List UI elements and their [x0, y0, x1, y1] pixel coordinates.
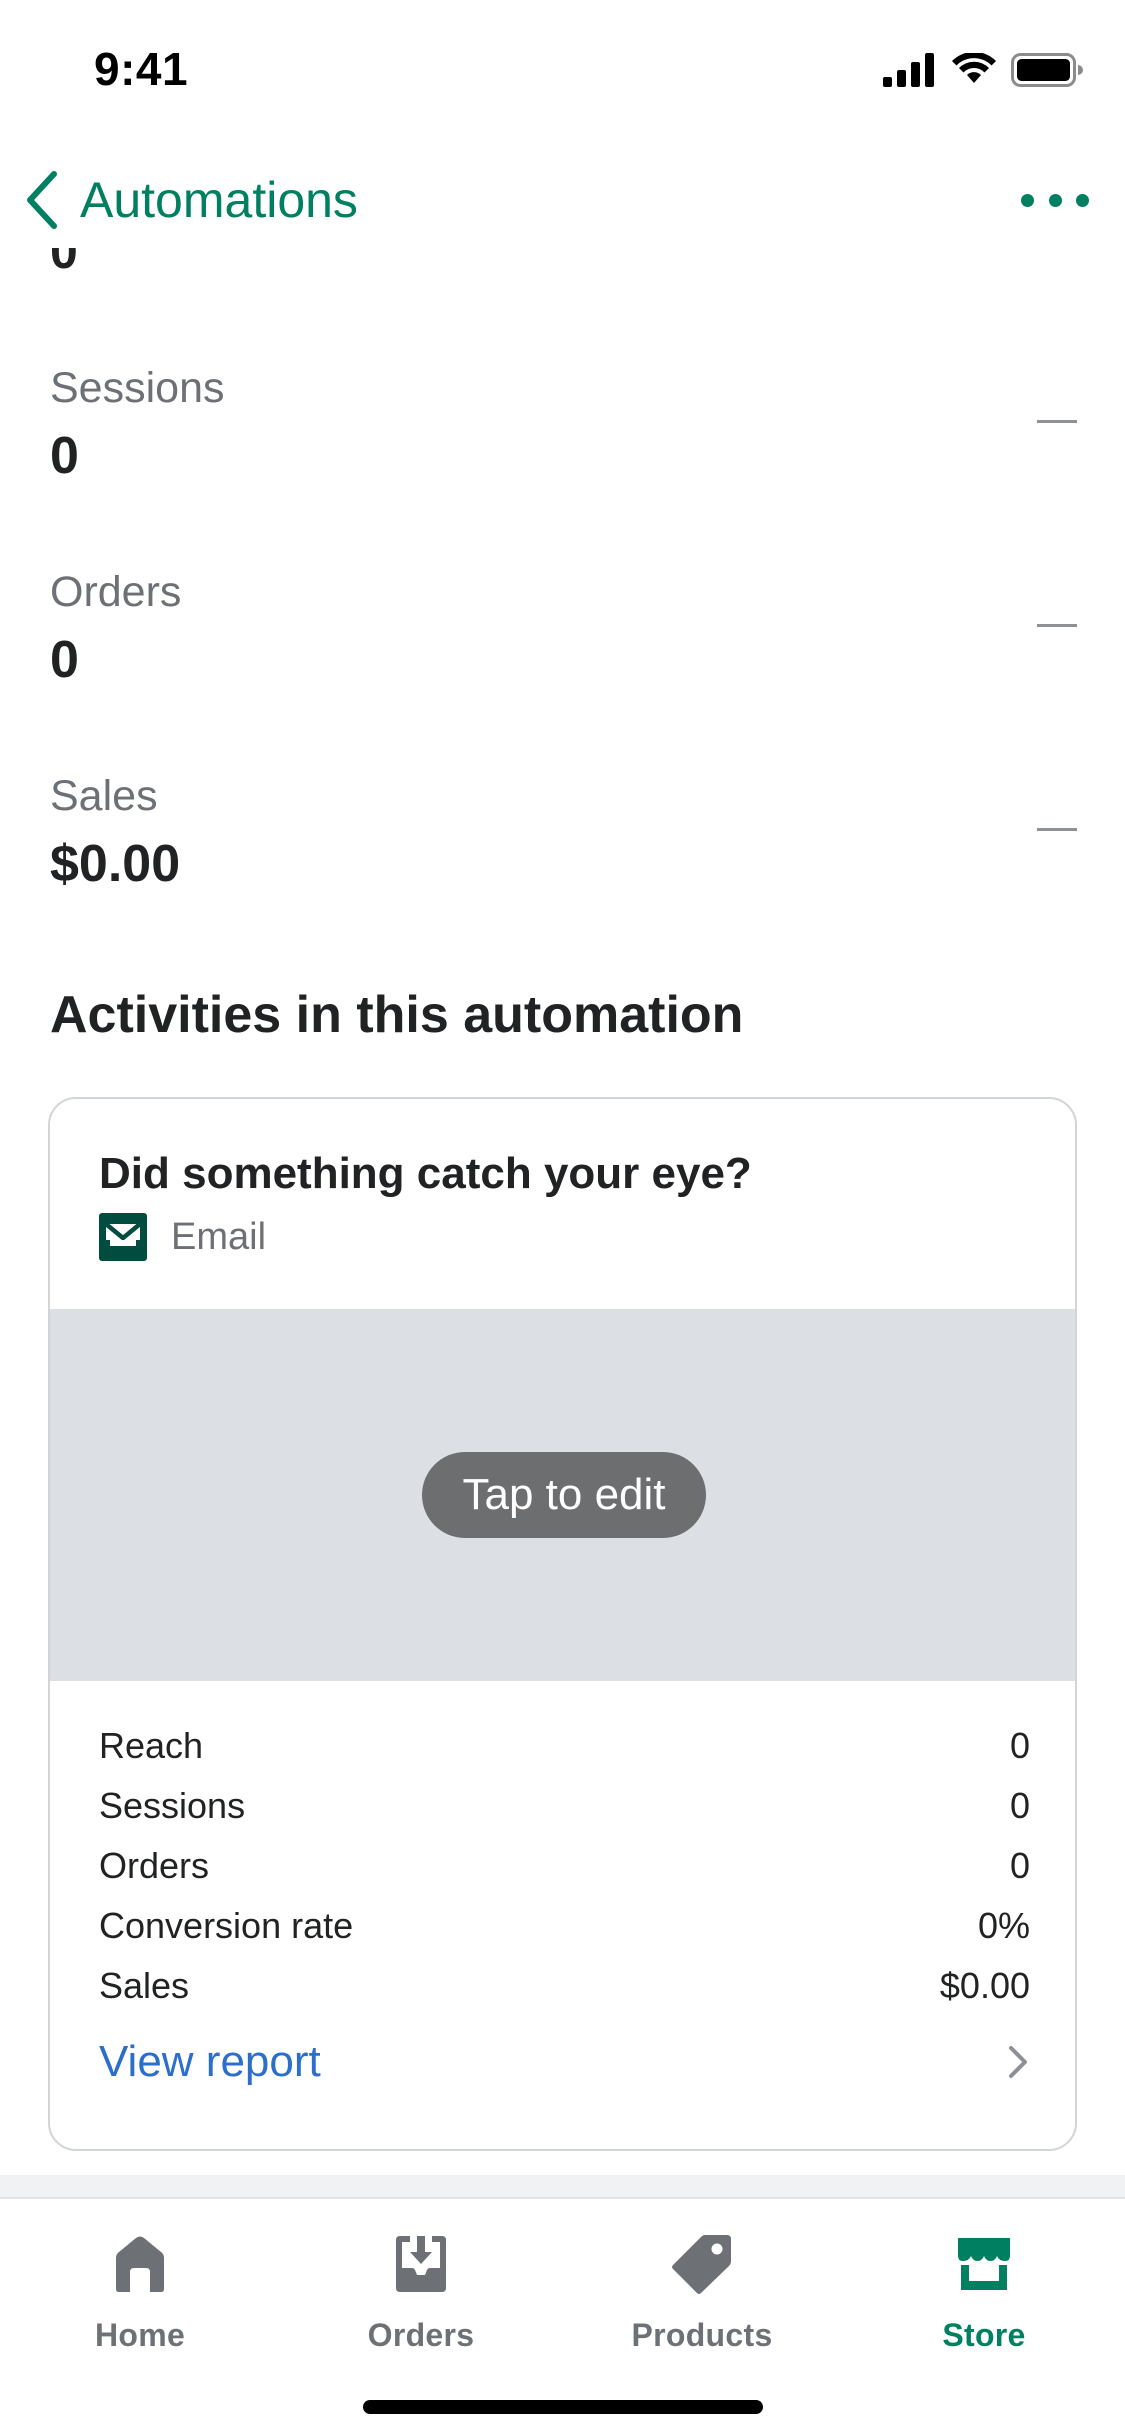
metric-value: $0.00	[50, 835, 181, 893]
activity-stats: Reach 0 Sessions 0 Orders 0 Conversion r…	[99, 1716, 1030, 2016]
activity-type-label: Email	[171, 1215, 267, 1258]
orders-icon	[396, 2236, 446, 2292]
chevron-right-icon	[1009, 2046, 1027, 2078]
back-button[interactable]: Automations	[22, 162, 358, 238]
tab-label: Store	[942, 2317, 1026, 2353]
tab-label: Home	[94, 2317, 186, 2353]
metric-value: 0	[50, 427, 79, 485]
tab-icon-wrap	[671, 2229, 733, 2299]
stat-label: Conversion rate	[99, 1905, 354, 1946]
stat-row: Sales $0.00	[99, 1956, 1030, 2016]
stat-label: Sales	[99, 1965, 190, 2006]
metric-value: 0	[50, 631, 79, 689]
stat-label: Sessions	[99, 1785, 246, 1826]
stat-value: 0	[1009, 1785, 1030, 1826]
metric-sessions: Sessions 0	[0, 364, 1125, 534]
view-report-link[interactable]: View report	[99, 2027, 1030, 2097]
tap-to-edit-button[interactable]: Tap to edit	[422, 1452, 706, 1538]
more-options-button[interactable]	[1021, 176, 1089, 224]
more-icon-dot	[1048, 193, 1062, 207]
chevron-left-icon	[27, 171, 57, 229]
wifi-icon	[952, 53, 996, 83]
screen: 9:41 Automations Sessions 0 Orders 0 Sal…	[0, 0, 1125, 2436]
activity-title: Did something catch your eye?	[99, 1149, 752, 1198]
stat-row: Orders 0	[99, 1836, 1030, 1896]
status-bar: 9:41	[0, 0, 1125, 132]
trend-dash-icon	[1037, 420, 1077, 423]
nav-bar: Automations	[0, 150, 1125, 250]
clipped-metric-value: 0	[50, 248, 90, 272]
tab-label: Orders	[367, 2317, 475, 2353]
metric-sales: Sales $0.00	[0, 772, 1125, 942]
tab-store[interactable]: Store	[864, 2229, 1104, 2359]
tab-orders[interactable]: Orders	[301, 2229, 541, 2359]
clipped-metric-text: 0	[50, 248, 78, 272]
more-icon-dot	[1076, 193, 1089, 207]
tab-home[interactable]: Home	[20, 2229, 260, 2359]
activity-card[interactable]: Did something catch your eye? Email Tap …	[48, 1097, 1077, 2151]
tab-icon-wrap	[954, 2229, 1014, 2299]
tab-icon-wrap	[392, 2229, 450, 2299]
trend-dash-icon	[1037, 828, 1077, 831]
stat-value: 0	[1009, 1725, 1030, 1766]
stat-value: $0.00	[939, 1965, 1030, 2006]
signal-icon	[883, 53, 934, 87]
email-preview[interactable]: Tap to edit	[50, 1309, 1075, 1681]
status-time: 9:41	[94, 43, 189, 95]
stat-value: 0	[1009, 1845, 1030, 1886]
more-icon-dot	[1021, 193, 1034, 207]
tab-products[interactable]: Products	[582, 2229, 822, 2359]
stat-row: Reach 0	[99, 1716, 1030, 1776]
metric-orders: Orders 0	[0, 568, 1125, 738]
tag-icon	[672, 2235, 731, 2294]
battery-icon	[1011, 53, 1083, 87]
home-indicator	[363, 2400, 763, 2414]
back-label: Automations	[80, 172, 358, 228]
section-heading: Activities in this automation	[50, 986, 744, 1044]
status-icons	[883, 50, 1083, 90]
stat-row: Conversion rate 0%	[99, 1896, 1030, 1956]
metric-label: Sessions	[50, 364, 225, 412]
metric-label: Sales	[50, 772, 158, 820]
tab-bar-divider	[0, 2175, 1125, 2199]
stat-label: Reach	[99, 1725, 204, 1766]
home-icon	[116, 2236, 164, 2292]
trend-dash-icon	[1037, 624, 1077, 627]
activity-type: Email	[99, 1213, 266, 1261]
metric-label: Orders	[50, 568, 182, 616]
store-icon	[958, 2238, 1010, 2290]
tab-icon-wrap	[112, 2229, 168, 2299]
stat-label: Orders	[99, 1845, 210, 1886]
view-report-label: View report	[99, 2037, 321, 2086]
email-icon	[99, 1213, 147, 1261]
stat-row: Sessions 0	[99, 1776, 1030, 1836]
tab-label: Products	[631, 2317, 773, 2353]
stat-value: 0%	[977, 1905, 1030, 1946]
